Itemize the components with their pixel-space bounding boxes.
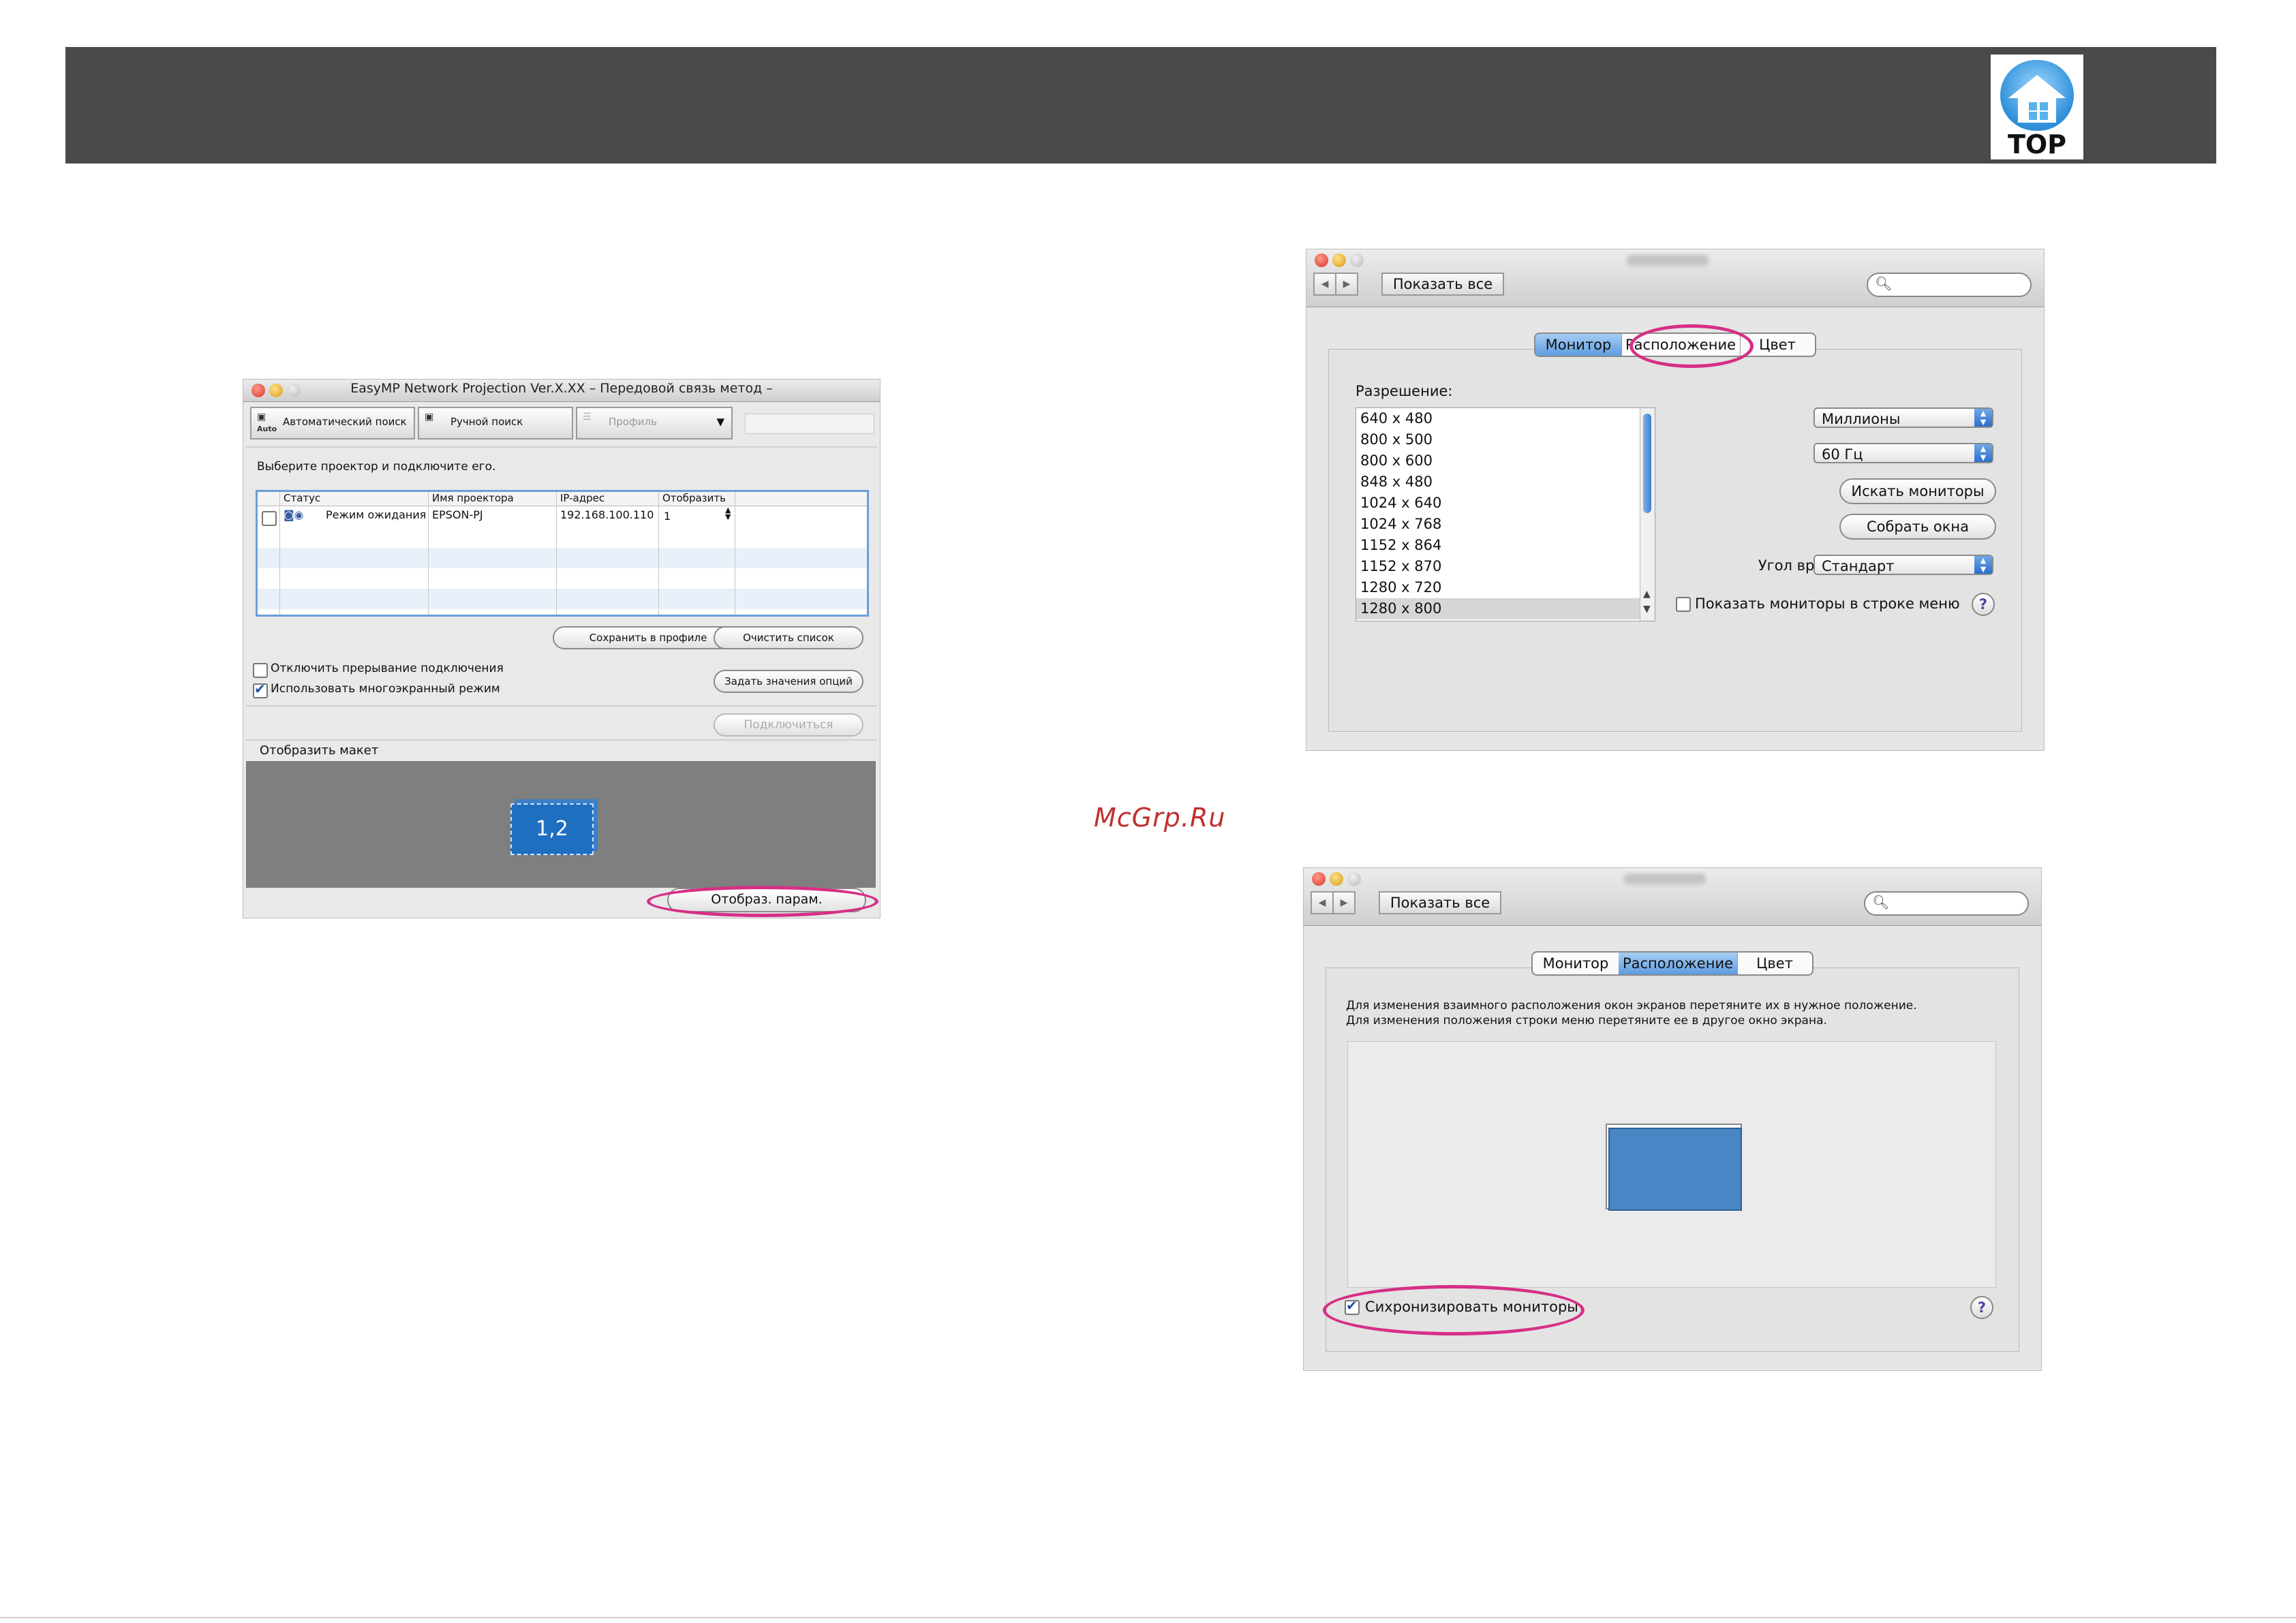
resolution-label: Разрешение:: [1356, 383, 1453, 399]
close-button[interactable]: [1315, 253, 1328, 267]
manual-search-button[interactable]: ▣ Ручной поиск: [418, 407, 573, 439]
display-layout-area: 1,2: [246, 761, 876, 888]
tab-monitor[interactable]: Монитор: [1535, 334, 1622, 356]
profile-search-field[interactable]: [745, 414, 874, 434]
list-item[interactable]: 640 x 480: [1360, 408, 1433, 429]
projector-list-header: Статус Имя проектора IP-адрес Отобразить: [258, 492, 867, 506]
show-in-menu-checkbox[interactable]: [1676, 597, 1691, 612]
display-thumbnail[interactable]: [1608, 1128, 1742, 1211]
projector-list[interactable]: Статус Имя проектора IP-адрес Отобразить…: [256, 490, 869, 617]
tab-color[interactable]: Цвет: [1737, 953, 1812, 974]
highlight-circle: [1629, 324, 1754, 368]
prefs-titlebar: ◀ ▶ Показать все 🔍︎: [1304, 868, 2041, 926]
search-icon: 🔍︎: [1872, 894, 1890, 910]
list-item[interactable]: 1280 x 720: [1360, 577, 1441, 598]
popup-arrows-icon: ▲ ▼: [1974, 556, 1992, 574]
connect-button[interactable]: Подключиться: [714, 713, 863, 737]
list-item[interactable]: 848 x 480: [1360, 472, 1433, 493]
footer-rule: [0, 1617, 2296, 1618]
close-button[interactable]: [1312, 872, 1326, 886]
list-item-selected[interactable]: 1280 x 800: [1360, 598, 1441, 619]
search-icon: 🔍︎: [1875, 275, 1893, 292]
auto-search-button[interactable]: Auto ▣ Автоматический поиск: [250, 407, 415, 439]
show-in-menu-label: Показать мониторы в строке меню: [1695, 596, 1960, 612]
row-select-checkbox[interactable]: [262, 511, 277, 526]
arrangement-description-2: Для изменения положения строки меню пере…: [1346, 1014, 1827, 1027]
forward-icon[interactable]: ▶: [1335, 273, 1358, 296]
show-all-button[interactable]: Показать все: [1381, 273, 1504, 296]
manual-search-icon: ▣: [425, 412, 434, 422]
help-icon[interactable]: ?: [1972, 593, 1995, 616]
gather-windows-button[interactable]: Собрать окна: [1839, 514, 1996, 540]
watermark: McGrp.Ru: [1094, 803, 1226, 833]
detect-displays-button[interactable]: Искать мониторы: [1839, 478, 1996, 504]
disable-interrupt-label: Отключить прерывание подключения: [271, 662, 504, 675]
refresh-rate-select[interactable]: 60 Гц ▲ ▼: [1813, 443, 1993, 463]
top-label: TOP: [2007, 129, 2067, 159]
list-item[interactable]: 1024 x 768: [1360, 514, 1441, 535]
show-all-button[interactable]: Показать все: [1379, 891, 1501, 914]
status-cell: Режим ожидания: [326, 508, 427, 521]
zoom-button[interactable]: [1350, 253, 1364, 267]
multiscreen-label: Использовать многоэкранный режим: [271, 682, 500, 696]
prefs-titlebar: ◀ ▶ Показать все 🔍︎: [1306, 249, 2044, 307]
profile-dropdown[interactable]: ☰ Профиль ▼: [576, 407, 733, 439]
colors-select[interactable]: Миллионы ▲ ▼: [1813, 407, 1993, 428]
clear-list-button[interactable]: Очистить список: [714, 626, 863, 649]
display-stepper[interactable]: 1: [664, 510, 671, 523]
highlight-circle: [1323, 1285, 1585, 1335]
instruction-text: Выберите проектор и подключите его.: [257, 460, 496, 474]
arrangement-canvas: [1347, 1041, 1996, 1288]
stepper-arrows-icon: ▲ ▼: [725, 506, 731, 521]
arrangement-description-1: Для изменения взаимного расположения око…: [1346, 999, 1917, 1013]
back-icon[interactable]: ◀: [1311, 891, 1334, 914]
header-bar: [65, 47, 2216, 164]
back-icon[interactable]: ◀: [1313, 273, 1336, 296]
projector-name-cell: EPSON-PJ: [432, 508, 483, 521]
list-item[interactable]: 1152 x 870: [1360, 556, 1441, 577]
minimize-button[interactable]: [1332, 253, 1346, 267]
help-icon[interactable]: ?: [1970, 1296, 1993, 1319]
blurred-title: [1624, 874, 1706, 884]
easymp-window: EasyMP Network Projection Ver.X.XX – Пер…: [243, 379, 881, 918]
search-input[interactable]: 🔍︎: [1867, 273, 2032, 297]
list-item[interactable]: 1024 x 640: [1360, 493, 1441, 514]
easymp-titlebar: EasyMP Network Projection Ver.X.XX – Пер…: [243, 380, 880, 402]
layout-label: Отобразить макет: [260, 743, 379, 758]
disable-interrupt-checkbox[interactable]: [253, 663, 268, 678]
tab-bar: Монитор Расположение Цвет: [1531, 951, 1813, 976]
minimize-button[interactable]: [1330, 872, 1343, 886]
display-prefs-window-monitor: ◀ ▶ Показать все 🔍︎ Монитор Расположение…: [1306, 249, 2045, 751]
window-title: EasyMP Network Projection Ver.X.XX – Пер…: [350, 381, 773, 396]
scroll-arrows-icon[interactable]: ▲ ▼: [1643, 587, 1651, 617]
list-item[interactable]: 1152 x 864: [1360, 535, 1441, 556]
forward-icon[interactable]: ▶: [1332, 891, 1356, 914]
popup-arrows-icon: ▲ ▼: [1974, 409, 1992, 427]
table-row[interactable]: ◙◉ Режим ожидания EPSON-PJ 192.168.100.1…: [258, 506, 867, 527]
list-scrollbar[interactable]: ▲ ▼: [1640, 408, 1655, 621]
top-home-button[interactable]: TOP: [1991, 55, 2083, 159]
resolution-list[interactable]: 640 x 480 800 x 500 800 x 600 848 x 480 …: [1356, 407, 1655, 621]
list-item[interactable]: 800 x 500: [1360, 429, 1433, 450]
blurred-title: [1627, 255, 1709, 266]
tab-monitor[interactable]: Монитор: [1533, 953, 1619, 974]
set-options-button[interactable]: Задать значения опций: [714, 670, 863, 693]
scroll-thumb[interactable]: [1643, 414, 1651, 513]
ip-address-cell: 192.168.100.110: [560, 508, 654, 521]
projector-icon: ◙◉: [284, 508, 304, 521]
highlight-circle: [647, 886, 878, 917]
tab-arrangement[interactable]: Расположение: [1619, 953, 1738, 974]
display-prefs-window-arrangement: ◀ ▶ Показать все 🔍︎ Монитор Расположение…: [1303, 867, 2042, 1371]
screen-thumbnail[interactable]: 1,2: [510, 803, 594, 855]
search-input[interactable]: 🔍︎: [1864, 891, 2029, 916]
list-item[interactable]: 800 x 600: [1360, 450, 1433, 472]
popup-arrows-icon: ▲ ▼: [1974, 444, 1992, 462]
zoom-button[interactable]: [1347, 872, 1361, 886]
dropdown-arrow-icon: ▼: [716, 416, 724, 428]
profile-icon: ☰: [583, 412, 592, 422]
rotation-select[interactable]: Стандарт ▲ ▼: [1813, 555, 1993, 575]
multiscreen-checkbox[interactable]: [253, 681, 268, 698]
auto-search-icon: Auto ▣: [257, 412, 277, 433]
